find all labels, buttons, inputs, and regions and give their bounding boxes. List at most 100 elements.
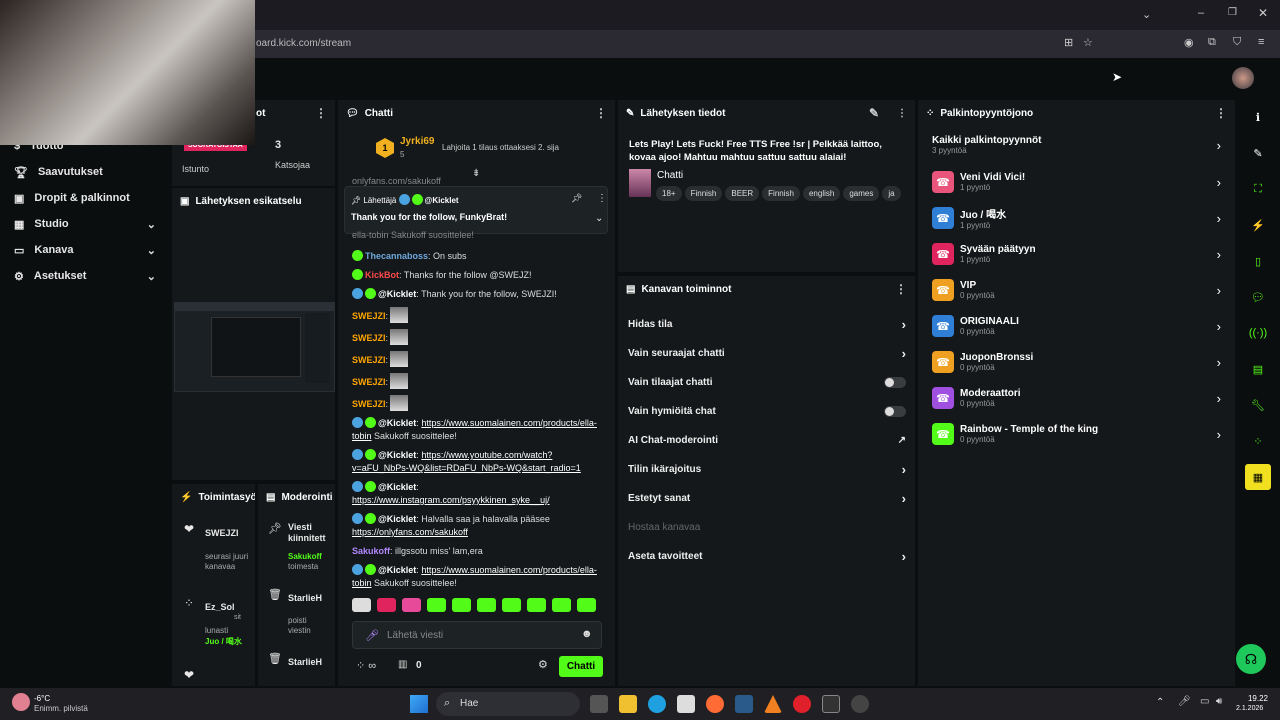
maximize-icon[interactable]: ❐ (1228, 7, 1237, 18)
start-icon[interactable] (410, 695, 428, 713)
avatar[interactable] (1232, 67, 1254, 89)
clock-time[interactable]: 19.22 (1238, 694, 1268, 703)
shield-icon[interactable]: ⛉ (1233, 36, 1241, 49)
edit-icon[interactable]: ✎ (869, 106, 879, 120)
chat-username[interactable]: @Kicklet (378, 450, 416, 460)
emote-icon[interactable] (352, 598, 371, 612)
pin-icon[interactable]: 📌︎ (571, 193, 582, 204)
sidebar-item-asetukset[interactable]: ⚙ Asetukset ⌄ (0, 263, 170, 289)
tab-list-icon[interactable]: ⌄ (1142, 8, 1151, 21)
install-icon[interactable]: ⊞ (1064, 36, 1073, 49)
steam-icon[interactable] (735, 695, 753, 713)
reward-row[interactable]: ☎ Veni Vidi Vici! 1 pyyntö › (918, 164, 1235, 200)
pinned-message[interactable]: 📌︎ Lähettäjä @Kicklet Thank you for the … (344, 186, 608, 234)
reward-row[interactable]: ☎ Syvään päätyyn 1 pyyntö › (918, 236, 1235, 272)
all-rewards-row[interactable]: Kaikki palkintopyynnöt 3 pyyntöä › (918, 126, 1235, 164)
network-icon[interactable]: ▭ (1200, 696, 1209, 707)
reward-row[interactable]: ☎ JuoponBronssi 0 pyyntöä › (918, 344, 1235, 380)
emote-icon[interactable] (452, 598, 471, 612)
chat-username[interactable]: @Kicklet (378, 289, 416, 299)
edge-icon[interactable] (648, 695, 666, 713)
clapper-icon[interactable]: ▦ (1245, 464, 1271, 490)
activity-user[interactable]: SWEJZI (205, 528, 239, 538)
toggle-switch[interactable] (884, 377, 906, 388)
store-icon[interactable] (677, 695, 695, 713)
tag-chip[interactable]: Finnish (762, 186, 800, 201)
weather-icon[interactable] (12, 693, 30, 711)
mod-user[interactable]: Sakukoff (288, 552, 322, 561)
sidebar-item-saavutukset[interactable]: 🏆︎ Saavutukset (0, 159, 170, 185)
channel-action-row[interactable]: AI Chat-moderointi ↗ (618, 426, 916, 455)
points-icon[interactable]: ⁘ (1245, 428, 1271, 454)
emoji-icon[interactable]: ☻ (581, 628, 593, 640)
crop-icon[interactable]: ⛶ (1245, 176, 1271, 202)
url-text[interactable]: oard.kick.com/stream (256, 38, 351, 49)
terminal-icon[interactable] (822, 695, 840, 713)
broadcast-icon[interactable]: ((·)) (1245, 320, 1271, 346)
send-chat-button[interactable]: Chatti (559, 656, 603, 677)
chat-username[interactable]: SWEJZI (352, 399, 386, 409)
emote-icon[interactable] (377, 598, 396, 612)
reward-row[interactable]: ☎ Moderaattori 0 pyyntöä › (918, 380, 1235, 416)
chat-link[interactable]: https://onlyfans.com/sakukoff (352, 527, 468, 537)
chat-username[interactable]: SWEJZI (352, 333, 386, 343)
document-icon[interactable]: ▯ (1245, 248, 1271, 274)
volume-icon[interactable]: 🔊︎ (1216, 696, 1222, 707)
info-icon[interactable]: ℹ (1245, 104, 1271, 130)
chevron-up-icon[interactable]: ⌃ (1156, 697, 1164, 708)
channel-action-row[interactable]: Estetyt sanat › (618, 484, 916, 513)
top-gifter-name[interactable]: Jyrki69 (400, 136, 434, 147)
category-name[interactable]: Chatti (657, 170, 683, 181)
tag-chip[interactable]: ja (882, 186, 901, 201)
chat-username[interactable]: SWEJZI (352, 355, 386, 365)
points-icon[interactable]: ⁘ ∞ (356, 659, 376, 672)
chat-username[interactable]: Sakukoff (352, 546, 390, 556)
bookmark-star-icon[interactable]: ☆ (1083, 36, 1093, 49)
more-icon[interactable]: ⋮ (1215, 106, 1227, 120)
task-view-icon[interactable] (590, 695, 608, 713)
taskbar-search[interactable]: ⌕ Hae (436, 692, 580, 716)
stream-preview-video[interactable] (174, 302, 335, 392)
chat-icon[interactable]: 💬︎ (1245, 284, 1271, 310)
emote-icon[interactable] (502, 598, 521, 612)
reward-row[interactable]: ☎ ORIGINAALI 0 pyyntöä › (918, 308, 1235, 344)
more-icon[interactable]: ⋮ (597, 193, 607, 204)
chat-username[interactable]: KickBot (365, 270, 399, 280)
category-thumbnail[interactable] (629, 169, 651, 197)
wrench-icon[interactable]: 🔧︎ (1245, 392, 1271, 418)
chat-username[interactable]: SWEJZI (352, 377, 386, 387)
tag-chip[interactable]: BEER (725, 186, 760, 201)
minimize-icon[interactable]: – (1198, 7, 1204, 19)
more-icon[interactable]: ⋮ (895, 282, 907, 296)
tag-chip[interactable]: english (802, 186, 841, 201)
sidebar-item-studio[interactable]: ▦ Studio ⌄ (0, 211, 170, 237)
chat-input[interactable]: 🎤︎ Lähetä viesti ☻ (352, 621, 602, 649)
collapse-icon[interactable]: ⇟ (472, 168, 480, 179)
channel-action-row[interactable]: Vain tilaajat chatti (618, 368, 916, 397)
list-icon[interactable]: ▤ (1245, 356, 1271, 382)
more-icon[interactable]: ⋮ (595, 106, 607, 120)
bolt-icon[interactable]: ⚡ (1245, 212, 1271, 238)
close-icon[interactable]: ✕ (1258, 6, 1268, 20)
emote-icon[interactable] (552, 598, 571, 612)
store-icon[interactable]: ▥ (398, 659, 407, 670)
menu-icon[interactable]: ≡ (1258, 36, 1264, 48)
chevron-down-icon[interactable]: ⌄ (595, 213, 603, 224)
chat-link[interactable]: https://www.instagram.com/psyykkinen_syk… (352, 495, 550, 505)
chat-username[interactable]: SWEJZI (352, 311, 386, 321)
tag-chip[interactable]: 18+ (656, 186, 682, 201)
file-explorer-icon[interactable] (619, 695, 637, 713)
sidebar-item-kanava[interactable]: ▭ Kanava ⌄ (0, 237, 170, 263)
reward-row[interactable]: ☎ Rainbow - Temple of the king 0 pyyntöä › (918, 416, 1235, 452)
firefox-icon[interactable] (706, 695, 724, 713)
tag-chip[interactable]: Finnish (684, 186, 723, 201)
emote-icon[interactable] (577, 598, 596, 612)
chat-username[interactable]: @Kicklet (378, 482, 416, 492)
activity-user[interactable]: Ez_Sol (205, 602, 235, 612)
emote-icon[interactable] (427, 598, 446, 612)
account-icon[interactable]: ◉ (1184, 36, 1194, 49)
chat-username[interactable]: @Kicklet (378, 565, 416, 575)
chat-username[interactable]: @Kicklet (378, 514, 416, 524)
toggle-switch[interactable] (884, 406, 906, 417)
channel-action-row[interactable]: Vain hymiöitä chat (618, 397, 916, 426)
